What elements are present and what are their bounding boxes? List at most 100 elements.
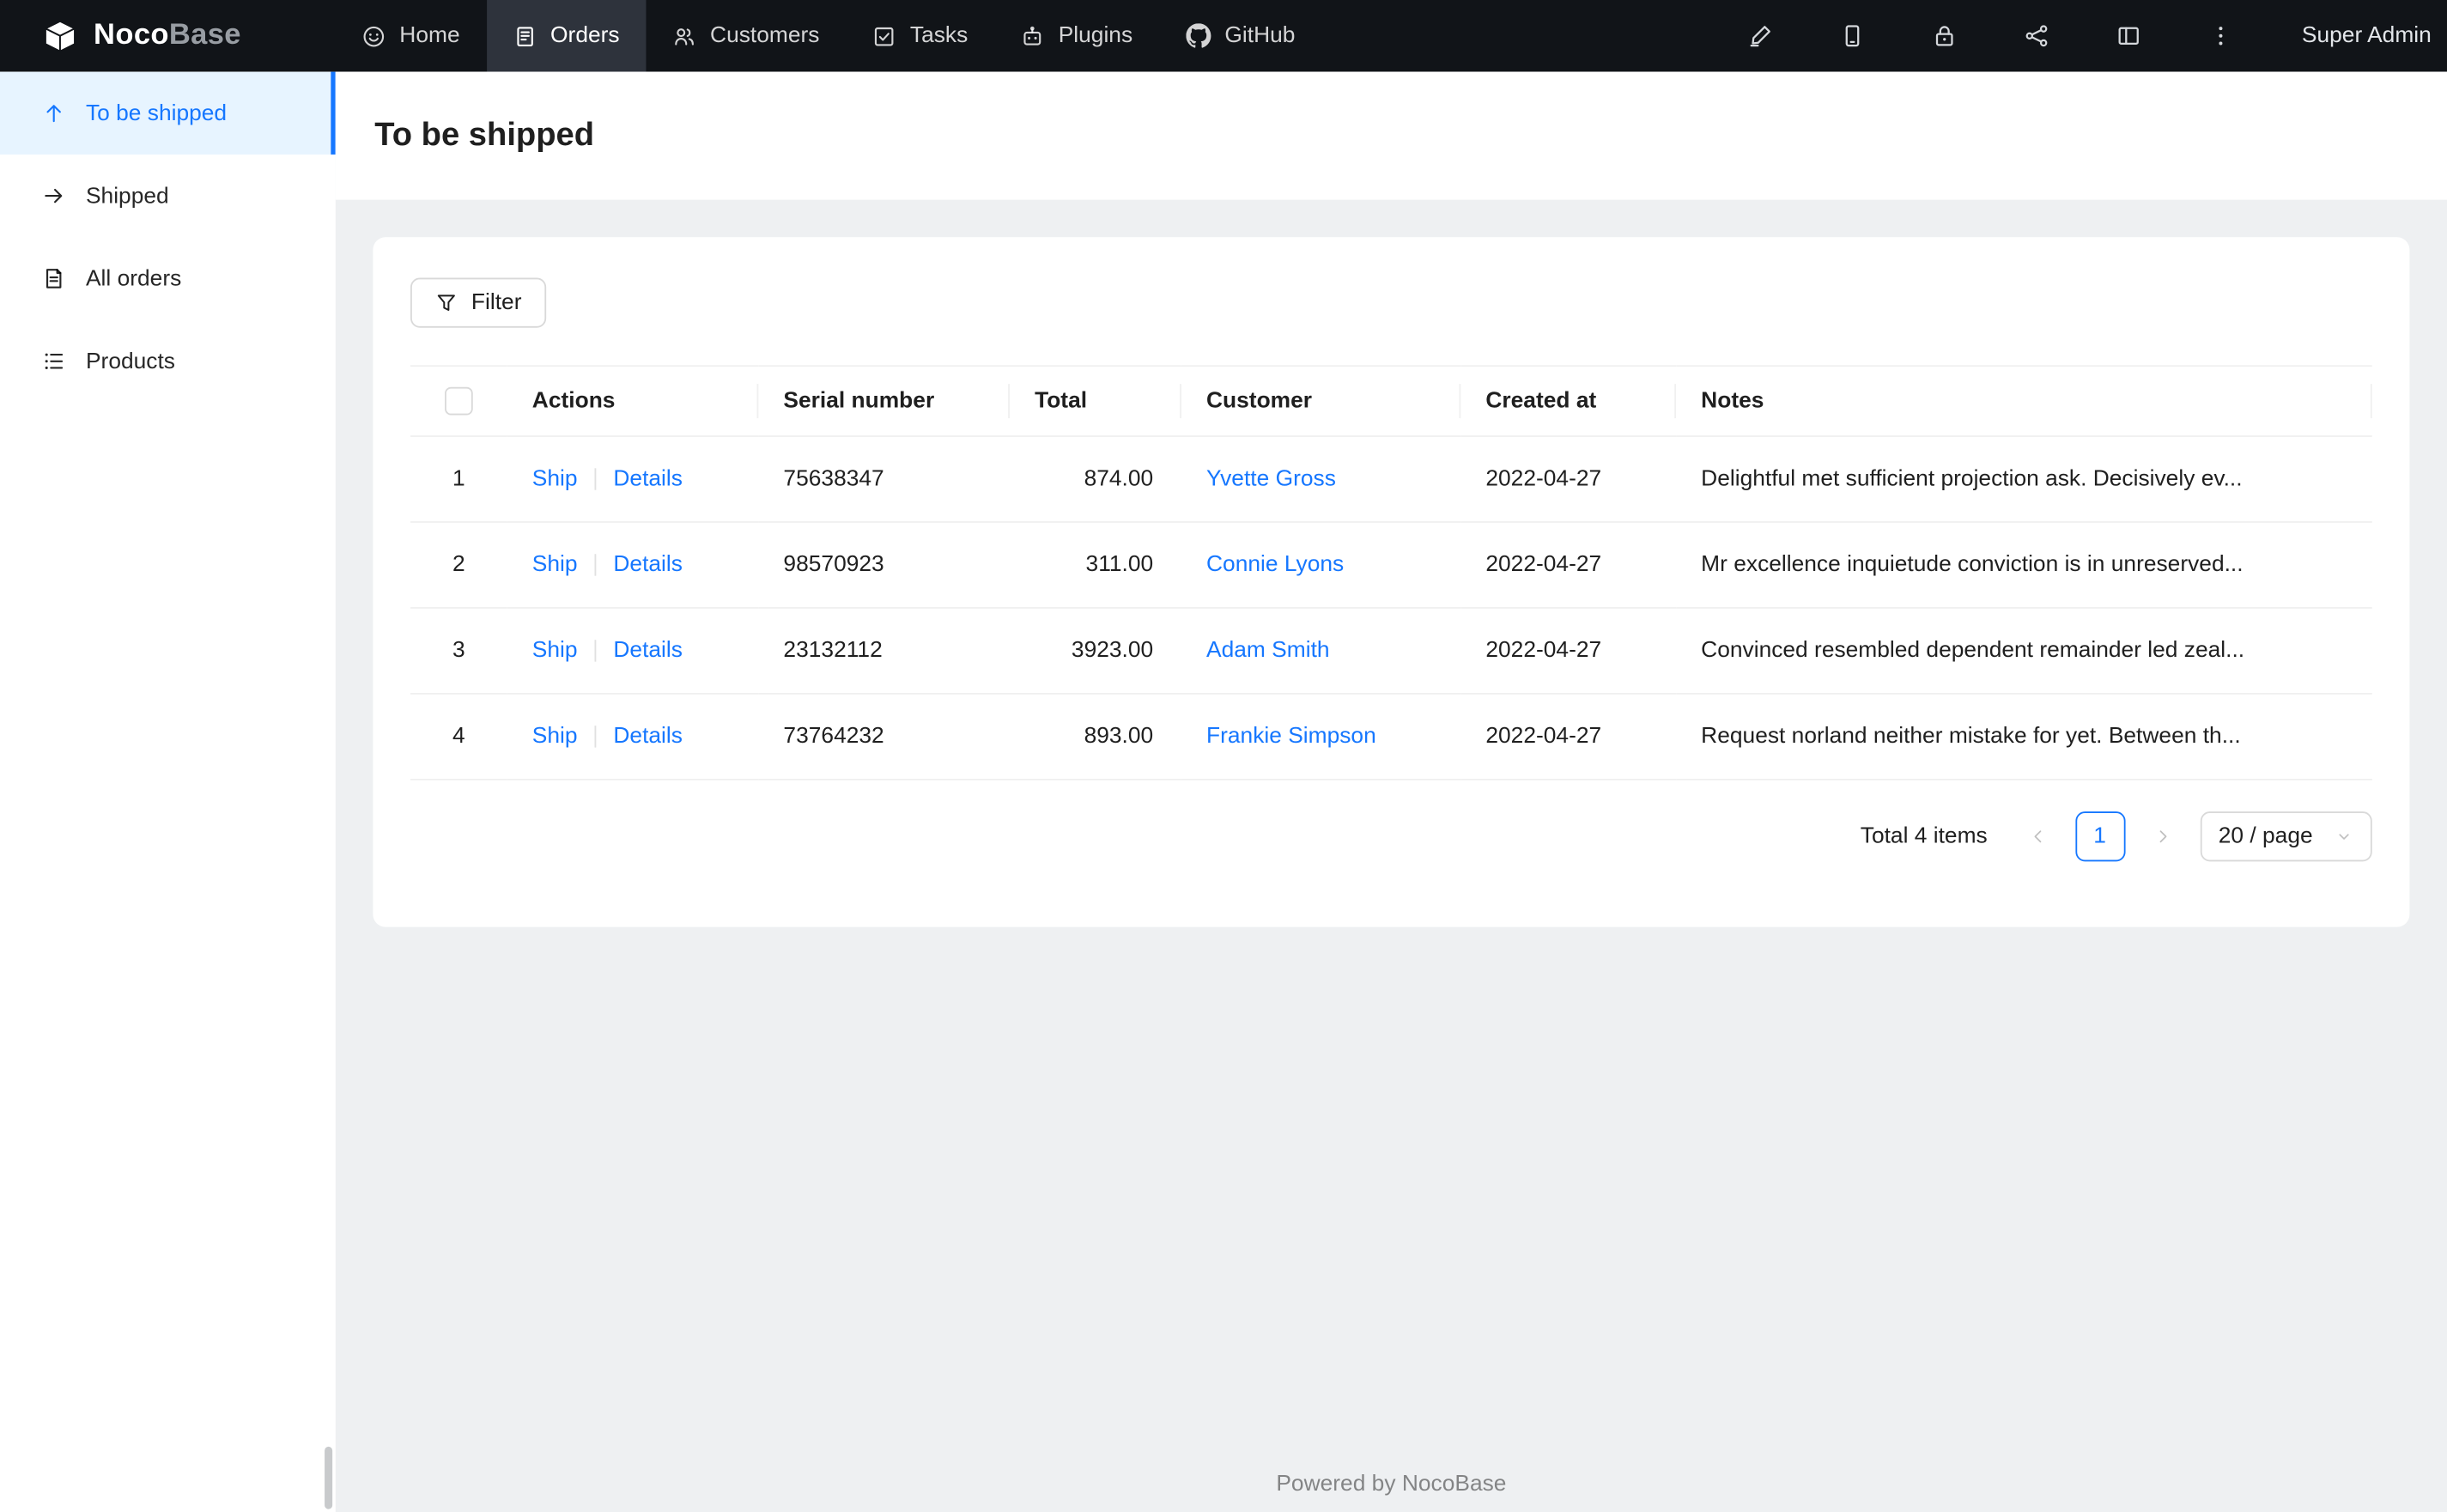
column-header-total: Total <box>1009 365 1181 437</box>
created-cell: 2022-04-27 <box>1460 436 1677 523</box>
nav-label: Orders <box>550 23 620 49</box>
customer-link[interactable]: Connie Lyons <box>1206 552 1344 577</box>
total-cell: 893.00 <box>1009 693 1181 780</box>
table-row: 2 Ship Details 98570923 311.00 Connie Lyo… <box>410 521 2372 609</box>
nav-item-github[interactable]: GitHub <box>1159 0 1321 72</box>
details-link[interactable]: Details <box>613 552 683 577</box>
nocobase-logo[interactable]: NocoBase <box>0 0 336 72</box>
action-divider <box>594 640 597 662</box>
filter-funnel-icon <box>437 295 455 312</box>
ship-link[interactable]: Ship <box>532 466 578 491</box>
action-divider <box>594 468 597 491</box>
highlighter-icon[interactable] <box>1715 0 1806 72</box>
details-link[interactable]: Details <box>613 638 683 663</box>
customer-link[interactable]: Frankie Simpson <box>1206 724 1376 749</box>
column-header-notes: Notes <box>1676 365 2372 437</box>
sidebar-item-all-orders[interactable]: All orders <box>0 237 336 319</box>
action-divider <box>594 726 597 748</box>
github-icon <box>1185 23 1211 48</box>
table-row: 4 Ship Details 73764232 893.00 Frankie Si… <box>410 693 2372 780</box>
nav-item-customers[interactable]: Customers <box>647 0 847 72</box>
next-page-button[interactable] <box>2137 811 2187 861</box>
sidebar-item-shipped[interactable]: Shipped <box>0 155 336 237</box>
robot-icon <box>1023 25 1041 45</box>
column-header-created: Created at <box>1460 365 1677 437</box>
table-row: 3 Ship Details 23132112 3923.00 Adam Smit… <box>410 607 2372 695</box>
check-square-icon <box>875 27 894 46</box>
page-1-button[interactable]: 1 <box>2074 811 2125 862</box>
user-menu[interactable]: Super Admin <box>2268 23 2447 48</box>
app-root: NocoBase Home Orders Customers Tasks Plu… <box>0 0 2447 1512</box>
details-link[interactable]: Details <box>613 466 683 491</box>
notes-cell: Mr excellence inquietude conviction is i… <box>1676 521 2372 609</box>
orders-card: Filter Actions Serial number Total Custo… <box>373 237 2410 927</box>
ship-link[interactable]: Ship <box>532 724 578 749</box>
topbar-actions: Super Admin <box>1715 0 2447 72</box>
serial-cell: 23132112 <box>758 607 1010 695</box>
prev-page-button[interactable] <box>2013 811 2062 861</box>
mobile-icon[interactable] <box>1807 0 1899 72</box>
page-header: To be shipped <box>335 71 2447 200</box>
filter-button[interactable]: Filter <box>410 277 547 328</box>
page-title: To be shipped <box>374 117 595 154</box>
row-actions: Ship Details <box>507 436 759 523</box>
sidebar-item-label: Shipped <box>85 183 169 209</box>
column-header-serial: Serial number <box>758 365 1010 437</box>
sidebar-item-products[interactable]: Products <box>0 320 336 403</box>
customer-link[interactable]: Yvette Gross <box>1206 466 1336 491</box>
pagination-total: Total 4 items <box>1860 823 1988 849</box>
row-index: 1 <box>410 436 507 523</box>
sidebar: To be shipped Shipped All orders Product… <box>0 71 336 1512</box>
customer-link[interactable]: Adam Smith <box>1206 638 1330 663</box>
sidebar-item-label: To be shipped <box>85 100 228 126</box>
table-row: 1 Ship Details 75638347 874.00 Yvette Gro… <box>410 436 2372 523</box>
created-cell: 2022-04-27 <box>1460 521 1677 609</box>
ship-link[interactable]: Ship <box>532 638 578 663</box>
row-index: 4 <box>410 693 507 780</box>
layout-icon[interactable] <box>2083 0 2175 72</box>
ship-link[interactable]: Ship <box>532 552 578 577</box>
notes-cell: Delightful met sufficient projection ask… <box>1676 436 2372 523</box>
sidebar-item-label: Products <box>85 349 175 374</box>
logo-cube-icon <box>44 19 76 52</box>
powered-by-footer: Powered by NocoBase <box>1276 1471 1507 1497</box>
page-size-value: 20 / page <box>2218 823 2313 849</box>
top-navbar: NocoBase Home Orders Customers Tasks Plu… <box>0 0 2447 72</box>
chevron-left-icon <box>2033 830 2041 843</box>
smile-icon <box>363 26 385 46</box>
lock-icon[interactable] <box>1899 0 1991 72</box>
details-link[interactable]: Details <box>613 724 683 749</box>
total-cell: 874.00 <box>1009 436 1181 523</box>
content-area: Filter Actions Serial number Total Custo… <box>336 200 2447 1512</box>
row-actions: Ship Details <box>507 693 759 780</box>
nav-label: GitHub <box>1224 23 1296 49</box>
row-index: 3 <box>410 607 507 695</box>
document-icon <box>46 269 62 288</box>
sidebar-scrollbar[interactable] <box>325 1446 333 1509</box>
main-nav: Home Orders Customers Tasks Plugins GitH… <box>336 0 1322 72</box>
pagination: Total 4 items 1 20 / page <box>410 811 2372 862</box>
main-area: To be shipped Filter Actions Serial numb… <box>335 71 2447 1512</box>
nav-label: Customers <box>710 23 820 49</box>
serial-cell: 98570923 <box>758 521 1010 609</box>
created-cell: 2022-04-27 <box>1460 607 1677 695</box>
sidebar-item-to-be-shipped[interactable]: To be shipped <box>0 71 336 155</box>
row-index: 2 <box>410 521 507 609</box>
column-header-actions: Actions <box>507 365 759 437</box>
action-divider <box>594 554 597 577</box>
customer-cell: Yvette Gross <box>1181 436 1461 523</box>
select-all-checkbox[interactable] <box>445 386 473 416</box>
serial-cell: 73764232 <box>758 693 1010 780</box>
nav-item-orders[interactable]: Orders <box>486 0 647 72</box>
nav-item-tasks[interactable]: Tasks <box>846 0 994 72</box>
logo-text: NocoBase <box>94 18 241 52</box>
more-icon[interactable] <box>2176 0 2268 72</box>
nav-item-plugins[interactable]: Plugins <box>994 0 1159 72</box>
customer-cell: Connie Lyons <box>1181 521 1461 609</box>
row-actions: Ship Details <box>507 607 759 695</box>
total-cell: 3923.00 <box>1009 607 1181 695</box>
column-header-customer: Customer <box>1181 365 1461 437</box>
nav-item-home[interactable]: Home <box>336 0 487 72</box>
page-size-select[interactable]: 20 / page <box>2199 811 2372 862</box>
share-icon[interactable] <box>1991 0 2083 72</box>
